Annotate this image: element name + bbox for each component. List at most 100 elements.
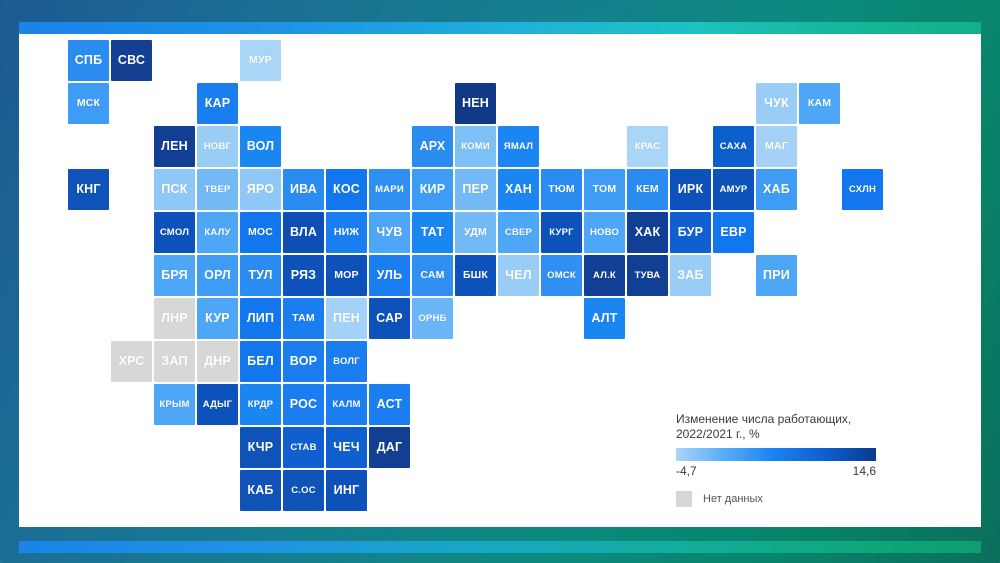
region-tile-ВЛА[interactable]: ВЛА <box>283 212 324 253</box>
region-tile-ИНГ[interactable]: ИНГ <box>326 470 367 511</box>
region-tile-ТУВА[interactable]: ТУВА <box>627 255 668 296</box>
region-tile-ТЮМ[interactable]: ТЮМ <box>541 169 582 210</box>
region-tile-ИВА[interactable]: ИВА <box>283 169 324 210</box>
region-tile-ОРЛ[interactable]: ОРЛ <box>197 255 238 296</box>
region-tile-label: ИВА <box>289 182 318 197</box>
region-tile-ТОМ[interactable]: ТОМ <box>584 169 625 210</box>
region-tile-КРДР[interactable]: КРДР <box>240 384 281 425</box>
region-tile-АСТ[interactable]: АСТ <box>369 384 410 425</box>
region-tile-ВОЛГ[interactable]: ВОЛГ <box>326 341 367 382</box>
region-tile-КИР[interactable]: КИР <box>412 169 453 210</box>
region-tile-АРХ[interactable]: АРХ <box>412 126 453 167</box>
region-tile-ИРК[interactable]: ИРК <box>670 169 711 210</box>
region-tile-ХАК[interactable]: ХАК <box>627 212 668 253</box>
region-tile-ЗАБ[interactable]: ЗАБ <box>670 255 711 296</box>
region-tile-УЛЬ[interactable]: УЛЬ <box>369 255 410 296</box>
region-tile-СВС[interactable]: СВС <box>111 40 152 81</box>
region-tile-БУР[interactable]: БУР <box>670 212 711 253</box>
region-tile-label: КРАС <box>634 140 661 152</box>
region-tile-АДЫГ[interactable]: АДЫГ <box>197 384 238 425</box>
region-tile-КОМИ[interactable]: КОМИ <box>455 126 496 167</box>
region-tile-НИЖ[interactable]: НИЖ <box>326 212 367 253</box>
region-tile-КАЛМ[interactable]: КАЛМ <box>326 384 367 425</box>
region-tile-ТАТ[interactable]: ТАТ <box>412 212 453 253</box>
region-tile-МОР[interactable]: МОР <box>326 255 367 296</box>
region-tile-ТУЛ[interactable]: ТУЛ <box>240 255 281 296</box>
region-tile-ЧЕЧ[interactable]: ЧЕЧ <box>326 427 367 468</box>
region-tile-label: ЧЕЧ <box>333 440 360 455</box>
region-tile-ТАМ[interactable]: ТАМ <box>283 298 324 339</box>
region-tile-БШК[interactable]: БШК <box>455 255 496 296</box>
region-tile-КЕМ[interactable]: КЕМ <box>627 169 668 210</box>
region-tile-КЧР[interactable]: КЧР <box>240 427 281 468</box>
region-tile-ЗАП[interactable]: ЗАП <box>154 341 195 382</box>
region-tile-С.ОС[interactable]: С.ОС <box>283 470 324 511</box>
region-tile-СМОЛ[interactable]: СМОЛ <box>154 212 195 253</box>
region-tile-label: ЧУК <box>764 96 789 111</box>
region-tile-ЧУК[interactable]: ЧУК <box>756 83 797 124</box>
region-tile-БРЯ[interactable]: БРЯ <box>154 255 195 296</box>
region-tile-label: ОРНБ <box>418 312 447 324</box>
region-tile-ОМСК[interactable]: ОМСК <box>541 255 582 296</box>
region-tile-МАГ[interactable]: МАГ <box>756 126 797 167</box>
region-tile-ЧУВ[interactable]: ЧУВ <box>369 212 410 253</box>
region-tile-ТВЕР[interactable]: ТВЕР <box>197 169 238 210</box>
region-tile-ХАБ[interactable]: ХАБ <box>756 169 797 210</box>
region-tile-КАМ[interactable]: КАМ <box>799 83 840 124</box>
region-tile-КОС[interactable]: КОС <box>326 169 367 210</box>
region-tile-КАБ[interactable]: КАБ <box>240 470 281 511</box>
region-tile-ПЕН[interactable]: ПЕН <box>326 298 367 339</box>
region-tile-КАЛУ[interactable]: КАЛУ <box>197 212 238 253</box>
region-tile-НОВО[interactable]: НОВО <box>584 212 625 253</box>
region-tile-label: АСТ <box>376 397 403 412</box>
region-tile-УДМ[interactable]: УДМ <box>455 212 496 253</box>
region-tile-СВЕР[interactable]: СВЕР <box>498 212 539 253</box>
region-tile-ВОР[interactable]: ВОР <box>283 341 324 382</box>
region-tile-НЕН[interactable]: НЕН <box>455 83 496 124</box>
region-tile-label: ПЕР <box>462 182 489 197</box>
region-tile-ЧЕЛ[interactable]: ЧЕЛ <box>498 255 539 296</box>
region-tile-label: ОРЛ <box>204 268 231 283</box>
region-tile-label: КАБ <box>247 483 274 498</box>
region-tile-ЛИП[interactable]: ЛИП <box>240 298 281 339</box>
region-tile-label: НОВГ <box>203 140 232 152</box>
region-tile-КАР[interactable]: КАР <box>197 83 238 124</box>
region-tile-КРАС[interactable]: КРАС <box>627 126 668 167</box>
region-tile-ЛЕН[interactable]: ЛЕН <box>154 126 195 167</box>
region-tile-СПБ[interactable]: СПБ <box>68 40 109 81</box>
region-tile-КУРГ[interactable]: КУРГ <box>541 212 582 253</box>
region-tile-ПРИ[interactable]: ПРИ <box>756 255 797 296</box>
region-tile-БЕЛ[interactable]: БЕЛ <box>240 341 281 382</box>
region-tile-АЛ.К[interactable]: АЛ.К <box>584 255 625 296</box>
region-tile-САМ[interactable]: САМ <box>412 255 453 296</box>
region-tile-САР[interactable]: САР <box>369 298 410 339</box>
region-tile-ХРС[interactable]: ХРС <box>111 341 152 382</box>
region-tile-ДАГ[interactable]: ДАГ <box>369 427 410 468</box>
region-tile-ЯРО[interactable]: ЯРО <box>240 169 281 210</box>
region-tile-ОРНБ[interactable]: ОРНБ <box>412 298 453 339</box>
region-tile-ХАН[interactable]: ХАН <box>498 169 539 210</box>
region-tile-ПЕР[interactable]: ПЕР <box>455 169 496 210</box>
region-tile-СТАВ[interactable]: СТАВ <box>283 427 324 468</box>
region-tile-КНГ[interactable]: КНГ <box>68 169 109 210</box>
region-tile-САХА[interactable]: САХА <box>713 126 754 167</box>
region-tile-МУР[interactable]: МУР <box>240 40 281 81</box>
region-tile-КУР[interactable]: КУР <box>197 298 238 339</box>
region-tile-ПСК[interactable]: ПСК <box>154 169 195 210</box>
region-tile-ДНР[interactable]: ДНР <box>197 341 238 382</box>
region-tile-РОС[interactable]: РОС <box>283 384 324 425</box>
region-tile-МАРИ[interactable]: МАРИ <box>369 169 410 210</box>
region-tile-НОВГ[interactable]: НОВГ <box>197 126 238 167</box>
region-tile-МОС[interactable]: МОС <box>240 212 281 253</box>
region-tile-АЛТ[interactable]: АЛТ <box>584 298 625 339</box>
region-tile-ЕВР[interactable]: ЕВР <box>713 212 754 253</box>
region-tile-ЛНР[interactable]: ЛНР <box>154 298 195 339</box>
region-tile-ВОЛ[interactable]: ВОЛ <box>240 126 281 167</box>
region-tile-СХЛН[interactable]: СХЛН <box>842 169 883 210</box>
region-tile-РЯЗ[interactable]: РЯЗ <box>283 255 324 296</box>
region-tile-АМУР[interactable]: АМУР <box>713 169 754 210</box>
region-tile-ЯМАЛ[interactable]: ЯМАЛ <box>498 126 539 167</box>
region-tile-КРЫМ[interactable]: КРЫМ <box>154 384 195 425</box>
region-tile-label: РОС <box>289 397 318 412</box>
region-tile-МСК[interactable]: МСК <box>68 83 109 124</box>
